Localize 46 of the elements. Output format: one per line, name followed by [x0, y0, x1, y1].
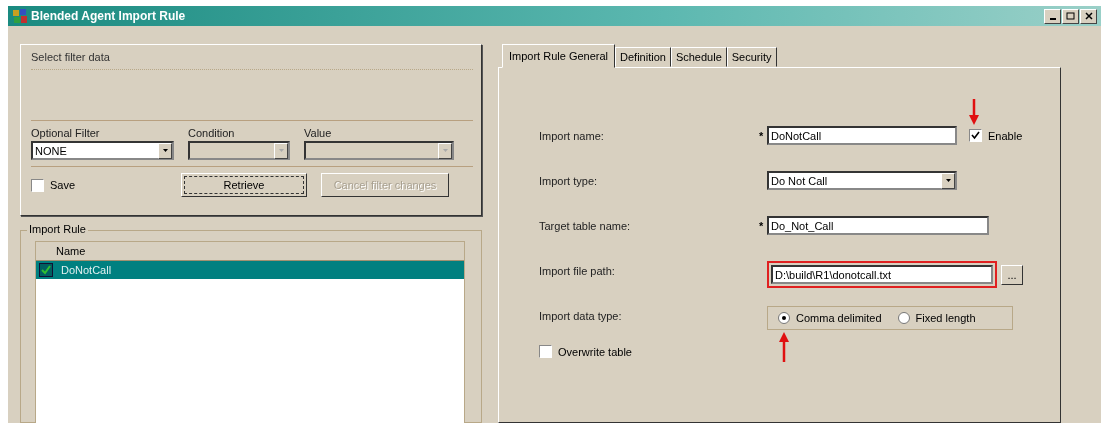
field-label: Import data type:	[539, 309, 623, 322]
tab[interactable]: Import Rule General	[502, 44, 616, 68]
tab[interactable]: Security	[726, 47, 777, 67]
field-label: Value	[304, 127, 333, 139]
required-mark: *	[759, 129, 765, 142]
field-label: Condition	[188, 127, 236, 139]
radio-label: Fixed length	[915, 312, 976, 324]
list-row[interactable]: DoNotCall	[36, 261, 464, 279]
save-checkbox[interactable]: Save	[31, 178, 181, 192]
radio-label: Comma delimited	[796, 312, 882, 324]
required-mark: *	[759, 219, 765, 232]
column-header[interactable]: Name	[36, 242, 464, 261]
field-label: Import type:	[539, 174, 599, 187]
retrieve-button[interactable]: Retrieve	[181, 173, 307, 197]
group-title: Import Rule	[27, 223, 88, 235]
overwrite-checkbox[interactable]: Overwrite table	[539, 345, 1060, 358]
caret-icon	[941, 172, 955, 189]
tab[interactable]: Schedule	[670, 47, 727, 67]
maximize-button[interactable]	[1062, 8, 1079, 24]
field-label: Import file path:	[539, 264, 616, 277]
close-icon[interactable]	[1080, 8, 1097, 24]
field-label: Import name:	[539, 129, 605, 142]
input-field[interactable]: Do_Not_Call	[767, 216, 989, 235]
maximize-icon	[1066, 12, 1075, 20]
dropdown-field[interactable]: Do Not Call	[767, 171, 957, 190]
input-field[interactable]: D:\build\R1\donotcall.txt	[771, 265, 993, 284]
tab[interactable]: Definition	[615, 47, 671, 67]
caret-icon	[158, 142, 172, 159]
checkbox-label: Save	[50, 179, 76, 191]
app-icon	[12, 8, 28, 24]
field-label: Optional Filter	[31, 127, 101, 139]
input-field[interactable]: DoNotCall	[767, 126, 957, 145]
dropdown-field[interactable]: NONE	[31, 141, 174, 160]
caret-icon	[274, 142, 288, 159]
radio-option[interactable]: Fixed length	[897, 312, 976, 324]
checkbox-label: Enable	[988, 129, 1023, 142]
rule-name: DoNotCall	[61, 264, 112, 276]
enable-checkbox[interactable]: Enable	[969, 129, 1023, 142]
caret-icon	[438, 142, 452, 159]
checkbox-label: Overwrite table	[558, 345, 632, 358]
minimize-button[interactable]	[1044, 8, 1061, 24]
radio-option[interactable]: Comma delimited	[778, 312, 882, 324]
panel-title: Select filter data	[31, 51, 473, 70]
window-title: Blended Agent Import Rule	[31, 9, 186, 23]
field-label: Target table name:	[539, 219, 632, 232]
browse-button[interactable]: ...	[1001, 264, 1023, 285]
